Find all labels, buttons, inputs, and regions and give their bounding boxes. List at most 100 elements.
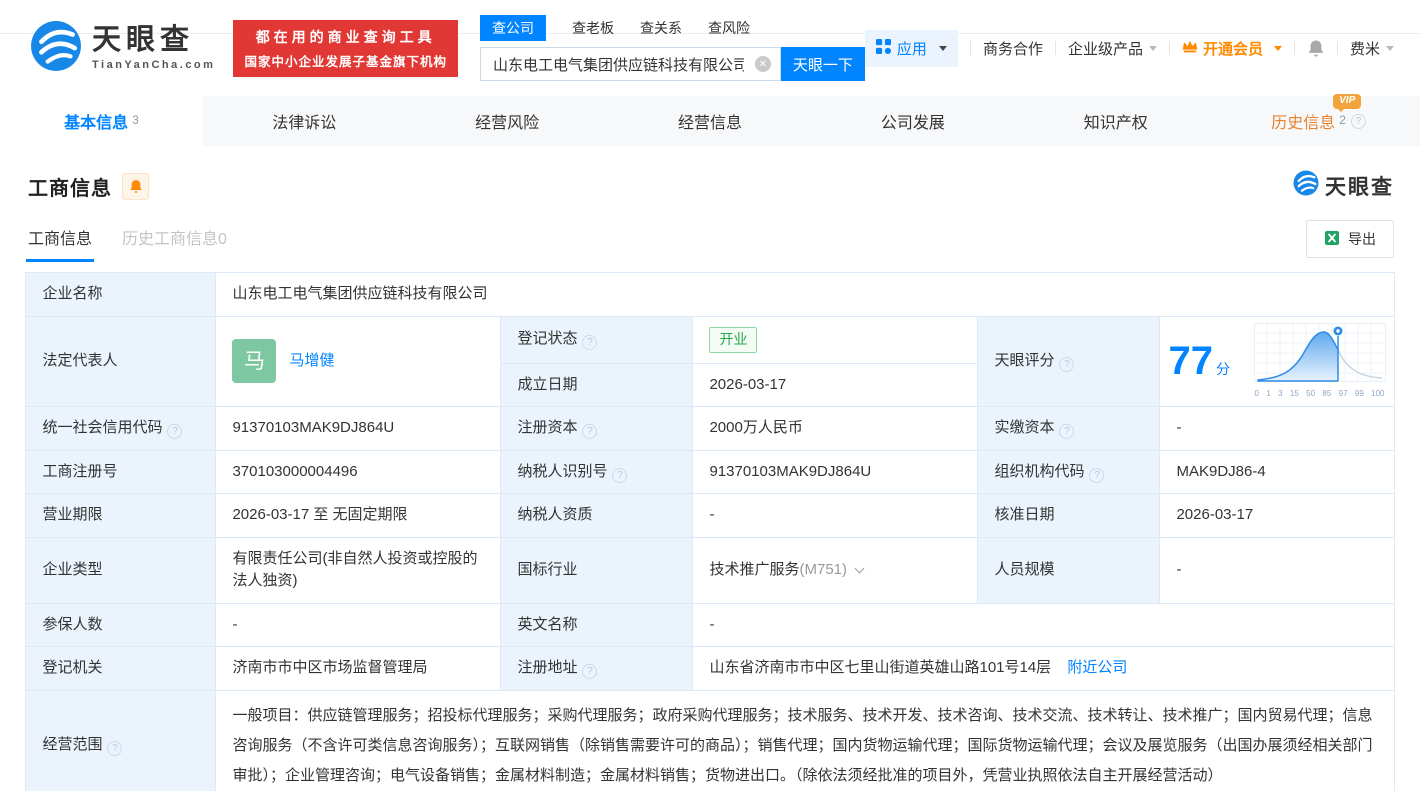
- search-input[interactable]: [479, 47, 781, 81]
- help-icon[interactable]: [1089, 467, 1105, 483]
- industry-name: 技术推广服务: [709, 560, 800, 578]
- field-label-reg-address: 注册地址: [500, 646, 694, 691]
- score-distribution-chart: 0 1 3 15 50 85 97 99 100: [1253, 322, 1386, 400]
- tab-operation-info[interactable]: 经营信息: [609, 96, 812, 146]
- table-row: 工商注册号 370103000004496 纳税人识别号 91370103MAK…: [25, 449, 1395, 494]
- table-row: 经营范围 一般项目：供应链管理服务；招投标代理服务；采购代理服务；政府采购代理服…: [25, 689, 1395, 791]
- tab-basic-info[interactable]: 基本信息 3: [0, 96, 203, 146]
- search-area: 查公司 查老板 查关系 查风险 天眼一下: [479, 15, 865, 81]
- chevron-down-icon: [938, 45, 947, 51]
- apps-menu[interactable]: 应用: [864, 29, 958, 67]
- search-tab-risk[interactable]: 查风险: [708, 15, 750, 41]
- monitor-bell-button[interactable]: [122, 173, 149, 200]
- crown-icon: [1182, 39, 1198, 57]
- field-value-reg-address: 山东省济南市市中区七里山街道英雄山路101号14层 附近公司: [692, 646, 1395, 691]
- industry-code: (M751): [799, 560, 847, 578]
- table-row: 登记机关 济南市市中区市场监督管理局 注册地址 山东省济南市市中区七里山街道英雄…: [25, 646, 1395, 691]
- field-label-english-name: 英文名称: [500, 602, 694, 647]
- help-icon[interactable]: [582, 335, 598, 351]
- help-icon[interactable]: [167, 424, 183, 439]
- help-icon[interactable]: [1350, 113, 1366, 129]
- tab-operation-risk[interactable]: 经营风险: [406, 96, 609, 146]
- open-vip[interactable]: 开通会员: [1182, 38, 1282, 59]
- search-tab-company[interactable]: 查公司: [479, 15, 546, 41]
- field-label-approval-date: 核准日期: [977, 493, 1161, 538]
- notification-bell[interactable]: [1307, 39, 1325, 58]
- section-title: 工商信息: [28, 178, 112, 200]
- nav-cooperation[interactable]: 商务合作: [983, 38, 1043, 59]
- vip-badge: VIP: [1333, 94, 1362, 112]
- help-icon[interactable]: [1059, 424, 1075, 439]
- field-value-org-code: MAK9DJ86-4: [1159, 449, 1395, 494]
- field-value-reg-capital: 2000万人民币: [692, 406, 979, 451]
- chevron-down-icon: [1273, 45, 1282, 51]
- field-label-taxpayer-quality: 纳税人资质: [500, 493, 694, 538]
- tab-company-development[interactable]: 公司发展: [811, 96, 1014, 146]
- help-icon[interactable]: [612, 467, 628, 483]
- field-label-legal-rep: 法定代表人: [25, 315, 217, 407]
- help-icon[interactable]: [582, 664, 598, 679]
- main-content: 工商信息 天眼查 工商信息 历史工商信息0 导出 企业名称 山东电工电气集团供应…: [0, 170, 1420, 791]
- field-value-company-type: 有限责任公司(非自然人投资或控股的法人独资): [215, 536, 502, 604]
- field-label-industry: 国标行业: [500, 536, 694, 604]
- tab-history-info[interactable]: 历史信息 VIP 2: [1217, 94, 1420, 146]
- chevron-down-icon: [1386, 45, 1394, 51]
- avatar[interactable]: 马: [232, 339, 277, 384]
- apps-label: 应用: [896, 40, 927, 58]
- brand-slogan: 都在用的商业查询工具 国家中小企业发展子基金旗下机构: [233, 19, 458, 77]
- score-axis-ticks: 0 1 3 15 50 85 97 99 100: [1254, 388, 1385, 398]
- table-row: 法定代表人 马 马增健 登记状态 开业 天眼评分 77分: [25, 315, 1395, 407]
- tianyancha-logo[interactable]: 天眼查 TianYanCha.com: [30, 20, 215, 77]
- subtab-history-business-info[interactable]: 历史工商信息0: [122, 225, 227, 262]
- tab-label: 经营信息: [678, 115, 743, 132]
- field-label-paid-capital: 实缴资本: [977, 406, 1161, 451]
- field-label-staff-size: 人员规模: [977, 536, 1161, 604]
- logo-title: 天眼查: [92, 23, 195, 56]
- tab-intellectual-property[interactable]: 知识产权: [1014, 96, 1217, 146]
- clear-icon[interactable]: [754, 56, 771, 72]
- field-label-business-term: 营业期限: [25, 493, 217, 538]
- field-value-business-term: 2026-03-17 至 无固定期限: [215, 493, 502, 538]
- legal-rep-link[interactable]: 马增健: [289, 350, 334, 373]
- field-value-tyc-score: 77 分 0 1 3 15 50 85 97 99 100: [1159, 315, 1395, 407]
- tab-legal-litigation[interactable]: 法律诉讼: [203, 96, 406, 146]
- nearby-companies-link[interactable]: 附近公司: [1067, 659, 1127, 676]
- help-icon[interactable]: [1059, 357, 1075, 372]
- field-value-insured-count: -: [215, 602, 502, 647]
- user-menu[interactable]: 费米: [1350, 38, 1394, 59]
- tab-count: 3: [132, 113, 139, 127]
- field-value-taxpayer-quality: -: [692, 493, 979, 538]
- subtab-row: 工商信息 历史工商信息0 导出: [24, 220, 1396, 262]
- field-label-credit-code: 统一社会信用代码: [25, 406, 217, 451]
- field-value-paid-capital: -: [1159, 406, 1395, 451]
- search-button[interactable]: 天眼一下: [780, 47, 865, 81]
- field-label-establish-date: 成立日期: [500, 362, 694, 407]
- field-label-business-scope: 经营范围: [25, 689, 217, 791]
- field-value-credit-code: 91370103MAK9DJ864U: [215, 406, 502, 451]
- tab-label: 公司发展: [880, 115, 945, 132]
- tab-label: 历史信息: [1271, 115, 1336, 132]
- nav-enterprise-products[interactable]: 企业级产品: [1068, 38, 1157, 59]
- field-value-reg-number: 370103000004496: [215, 449, 502, 494]
- help-icon[interactable]: [107, 741, 123, 757]
- business-info-table: 企业名称 山东电工电气集团供应链科技有限公司 法定代表人 马 马增健 登记状态 …: [25, 272, 1395, 791]
- logo-domain: TianYanCha.com: [92, 58, 216, 71]
- subtab-business-info[interactable]: 工商信息: [25, 225, 95, 262]
- search-tab-relation[interactable]: 查关系: [640, 15, 682, 41]
- vip-label: 开通会员: [1202, 40, 1263, 58]
- field-label-insured-count: 参保人数: [25, 602, 217, 647]
- field-label-reg-number: 工商注册号: [25, 449, 217, 494]
- search-tab-boss[interactable]: 查老板: [572, 15, 614, 41]
- chevron-down-icon[interactable]: [854, 563, 865, 574]
- field-label-org-code: 组织机构代码: [977, 449, 1161, 494]
- export-button[interactable]: 导出: [1306, 220, 1394, 258]
- export-label: 导出: [1348, 231, 1376, 247]
- field-value-legal-rep: 马 马增健: [215, 315, 502, 407]
- field-value-english-name: -: [692, 602, 1395, 647]
- field-value-industry[interactable]: 技术推广服务(M751): [692, 536, 979, 604]
- field-value-company-name: 山东电工电气集团供应链科技有限公司: [215, 272, 1395, 317]
- help-icon[interactable]: [582, 424, 598, 439]
- status-badge: 开业: [709, 326, 758, 353]
- username: 费米: [1349, 40, 1380, 58]
- app-grid-icon: [875, 38, 891, 58]
